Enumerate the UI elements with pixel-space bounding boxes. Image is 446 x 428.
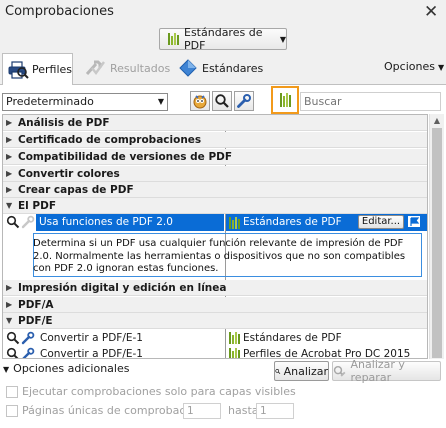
analyze-fix-label: Analizar y reparar <box>350 358 405 384</box>
tab-resultados-label: Resultados <box>110 61 171 75</box>
printer-icon <box>8 60 29 79</box>
chevron-down-icon: ▼ <box>157 97 164 106</box>
edit-button[interactable]: Editar... <box>358 215 404 229</box>
page-from-input[interactable]: 1 <box>183 403 221 419</box>
magnifier-icon <box>6 215 20 229</box>
magnifier-icon <box>275 368 281 374</box>
chevron-down-icon: ▼ <box>437 63 445 72</box>
page-range-checkbox[interactable] <box>6 405 18 417</box>
magnifier-wrench-icon <box>333 365 346 377</box>
analyze-button[interactable]: Analizar <box>274 361 329 381</box>
wrench-icon <box>21 331 35 345</box>
page-to-label: hasta <box>228 404 259 417</box>
visible-layers-checkbox[interactable] <box>6 386 18 398</box>
group-row[interactable]: ▼ PDF/E <box>3 313 427 329</box>
fixup-name: Usa funciones de PDF 2.0 <box>36 214 224 231</box>
standards-bars-icon <box>279 93 291 107</box>
fixup-standard-cell: Estándares de PDF Editar... <box>226 214 427 231</box>
triangle-down-icon: ▼ <box>3 365 10 374</box>
additional-options-toggle[interactable]: ▼ Opciones adicionales <box>3 362 129 375</box>
show-fixups-button[interactable] <box>234 91 254 111</box>
tab-perfiles-label: Perfiles <box>31 63 72 76</box>
triangle-down-icon: ▼ <box>6 316 13 325</box>
tab-estandares-label: Estándares <box>202 61 264 75</box>
group-row[interactable]: ▶ Impresión digital y edición en línea <box>3 280 427 296</box>
profile-icon-button[interactable] <box>190 91 210 111</box>
tab-estandares[interactable]: Estándares <box>178 52 263 84</box>
window-title: Comprobaciones <box>5 4 114 19</box>
diamond-icon <box>179 59 197 77</box>
group-row[interactable]: ▼ El PDF <box>3 198 427 214</box>
triangle-down-icon: ▼ <box>6 201 13 210</box>
triangle-right-icon: ▶ <box>6 169 13 178</box>
visible-layers-label: Ejecutar comprobaciones solo para capas … <box>22 385 296 398</box>
vertical-scrollbar[interactable]: ▲ <box>429 114 444 359</box>
chevron-down-icon: ▼ <box>279 34 286 44</box>
triangle-right-icon: ▶ <box>6 300 13 309</box>
standards-menu-label: Estándares de PDF <box>184 26 263 52</box>
wrench-check-icon <box>85 60 105 76</box>
group-label: El PDF <box>18 200 57 212</box>
tab-resultados[interactable]: Resultados <box>84 52 170 84</box>
standards-filter-button[interactable] <box>271 86 299 114</box>
flag-icon[interactable] <box>408 216 420 227</box>
fixup-name: Convertir a PDF/E-1 <box>40 348 143 359</box>
tab-perfiles[interactable]: Perfiles <box>2 53 73 85</box>
group-label: Crear capas de PDF <box>18 184 134 196</box>
group-label: PDF/E <box>18 315 53 327</box>
analyze-fix-button[interactable]: Analizar y reparar <box>332 358 441 384</box>
magnifier-icon <box>6 347 19 358</box>
profiles-list: ▶ Análisis de PDF ▶ Certificado de comprob… <box>2 114 428 359</box>
group-row[interactable]: ▶ Crear capas de PDF <box>3 182 427 198</box>
show-checks-button[interactable] <box>212 91 232 111</box>
triangle-right-icon: ▶ <box>6 283 13 292</box>
options-menu-label: Opciones <box>384 60 435 73</box>
triangle-right-icon: ▶ <box>6 135 13 144</box>
profile-owl-icon <box>193 95 207 109</box>
magnifier-icon <box>6 331 20 345</box>
triangle-right-icon: ▶ <box>6 118 13 127</box>
group-row[interactable]: ▶ Análisis de PDF <box>3 115 427 131</box>
options-menu[interactable]: Opciones ▼ <box>384 60 444 73</box>
close-icon[interactable]: ✕ <box>424 2 438 22</box>
group-row[interactable]: ▶ Convertir colores <box>3 166 427 182</box>
group-row[interactable]: ▶ PDF/A <box>3 297 427 313</box>
fixup-name: Convertir a PDF/E-1 <box>40 332 143 344</box>
group-label: Impresión digital y edición en línea <box>18 282 227 294</box>
triangle-right-icon: ▶ <box>6 152 13 161</box>
search-input[interactable] <box>300 92 441 111</box>
fixup-description: Determina si un PDF usa cualquier funció… <box>33 238 406 274</box>
group-label: Análisis de PDF <box>18 117 110 129</box>
standards-menu-button[interactable]: Estándares de PDF ▼ <box>159 26 287 52</box>
group-label: PDF/A <box>18 299 54 311</box>
fixup-row[interactable]: Convertir a PDF/E-1 Estándares de PDF <box>3 330 427 346</box>
magnifier-icon <box>215 94 229 108</box>
page-to-input[interactable]: 1 <box>256 403 294 419</box>
fixup-standard: Estándares de PDF <box>243 216 342 228</box>
group-label: Compatibilidad de versiones de PDF <box>18 151 233 163</box>
scroll-thumb[interactable] <box>432 128 442 358</box>
wrench-icon <box>21 215 35 229</box>
additional-options-label: Opciones adicionales <box>13 362 130 375</box>
triangle-right-icon: ▶ <box>6 185 13 194</box>
fixup-row-selected[interactable]: Usa funciones de PDF 2.0 Estándares de P… <box>3 214 427 231</box>
analyze-label: Analizar <box>283 364 328 378</box>
group-row[interactable]: ▶ Certificado de comprobaciones <box>3 132 427 148</box>
scroll-up-icon[interactable]: ▲ <box>430 114 444 128</box>
fixup-library: Estándares de PDF <box>243 332 342 344</box>
group-row[interactable]: ▶ Compatibilidad de versiones de PDF <box>3 149 427 165</box>
standards-bars-icon <box>229 348 240 358</box>
standards-bars-icon <box>168 33 179 45</box>
group-label: Convertir colores <box>18 168 120 180</box>
wrench-icon <box>22 347 35 358</box>
standards-bars-icon <box>229 217 240 229</box>
profile-library-select[interactable]: Predeterminado ▼ <box>2 93 168 111</box>
wrench-icon <box>237 94 251 108</box>
standards-bars-icon <box>229 332 240 344</box>
profile-library-value: Predeterminado <box>6 95 94 108</box>
group-label: Certificado de comprobaciones <box>18 134 202 146</box>
